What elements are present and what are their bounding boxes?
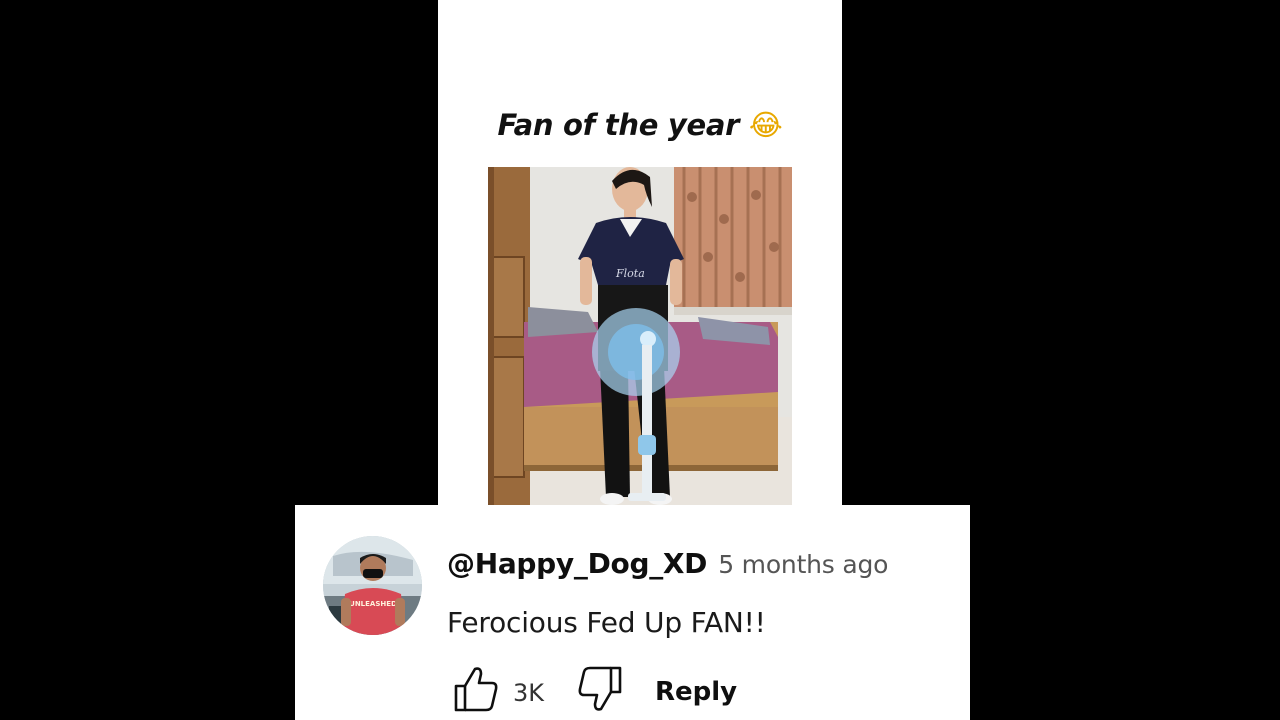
laughing-emoji-icon: 😂 bbox=[748, 108, 783, 142]
thumbs-up-icon bbox=[454, 667, 498, 712]
thumbs-down-icon bbox=[578, 666, 622, 711]
avatar[interactable]: UNLEASHED bbox=[323, 536, 422, 635]
avatar-image: UNLEASHED bbox=[323, 536, 422, 635]
video-frame[interactable]: Flota bbox=[488, 167, 792, 506]
comment-text: Ferocious Fed Up FAN!! bbox=[447, 606, 766, 639]
post-title-text: Fan of the year bbox=[497, 108, 740, 142]
comment-timestamp[interactable]: 5 months ago bbox=[718, 550, 888, 579]
like-button[interactable] bbox=[453, 665, 499, 713]
reply-button[interactable]: Reply bbox=[655, 677, 737, 707]
comment-actions: 3K Reply bbox=[453, 665, 903, 715]
comment-header: @Happy_Dog_XD 5 months ago bbox=[447, 547, 888, 580]
dislike-button[interactable] bbox=[577, 665, 623, 713]
comment-username[interactable]: @Happy_Dog_XD bbox=[447, 547, 707, 580]
svg-text:Flota: Flota bbox=[615, 267, 645, 280]
like-count: 3K bbox=[513, 679, 545, 707]
avatar-shirt-text: UNLEASHED bbox=[349, 600, 397, 608]
post-title: Fan of the year 😂 bbox=[438, 108, 842, 142]
post-panel: Fan of the year 😂 Flota bbox=[438, 0, 842, 506]
comment-panel: UNLEASHED @Happy_Dog_XD 5 months ago Fer… bbox=[295, 505, 970, 720]
video-scene: Flota bbox=[488, 167, 792, 506]
